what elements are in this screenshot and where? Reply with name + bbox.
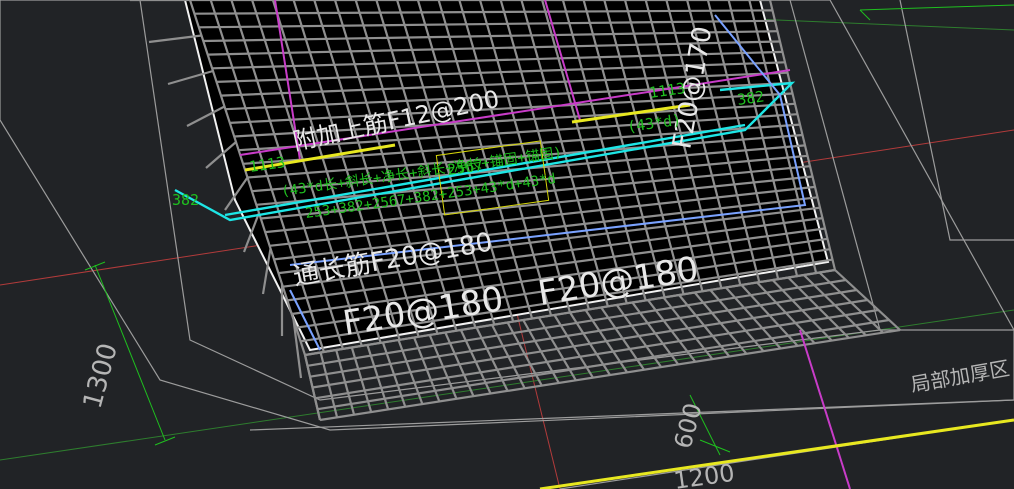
edge-left: 382 bbox=[172, 191, 199, 209]
cad-drawing-canvas[interactable]: F20@180 F20@180 通长筋F20@180 附加上筋F12@200 F… bbox=[0, 0, 1014, 489]
zone-label: 局部加厚区 bbox=[909, 356, 1012, 397]
dimension-left: 1300 bbox=[78, 340, 124, 412]
edge-right: 382 bbox=[736, 87, 765, 109]
dimension-bottom: 600 bbox=[669, 400, 708, 451]
cad-viewport[interactable]: F20@180 F20@180 通长筋F20@180 附加上筋F12@200 F… bbox=[0, 0, 1014, 489]
dimension-bottom-right: 1200 bbox=[672, 459, 736, 489]
